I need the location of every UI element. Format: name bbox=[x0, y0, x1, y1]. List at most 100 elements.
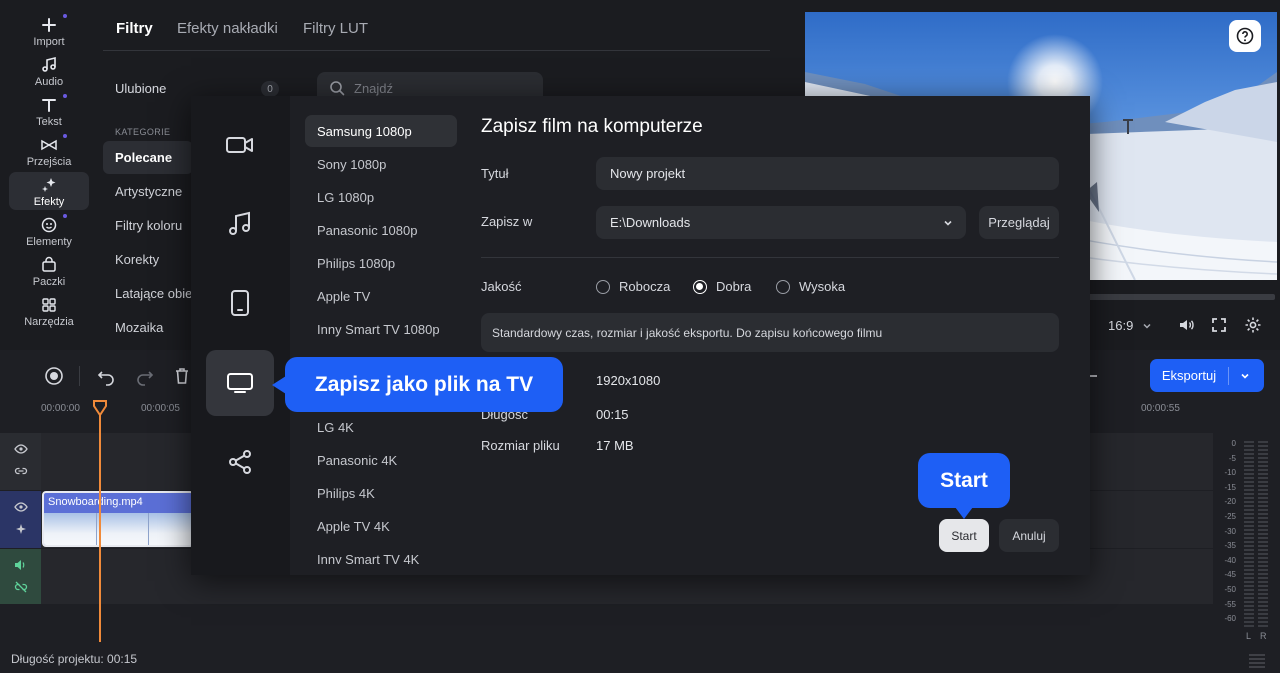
device-lg-1080p[interactable]: LG 1080p bbox=[305, 181, 457, 213]
device-philips-1080p[interactable]: Philips 1080p bbox=[305, 247, 457, 279]
start-callout-text: Start bbox=[940, 468, 988, 492]
start-button[interactable]: Start bbox=[939, 519, 989, 552]
device-lg-4k[interactable]: LG 4K bbox=[305, 411, 457, 443]
meter-scale-label: -60 bbox=[1224, 614, 1236, 624]
aspect-ratio-select[interactable]: 16:9 bbox=[1108, 318, 1133, 333]
tv-icon bbox=[227, 373, 253, 393]
rail-elements[interactable]: Elementy bbox=[9, 212, 89, 250]
rail-audio[interactable]: Audio bbox=[9, 52, 89, 90]
search-icon bbox=[330, 81, 345, 96]
meter-scale-label: -5 bbox=[1228, 453, 1236, 463]
meter-scale-label: -10 bbox=[1224, 468, 1236, 478]
thumb-divider bbox=[96, 513, 97, 545]
project-length: Długość projektu: 00:15 bbox=[11, 652, 138, 666]
save-location-select[interactable]: E:\Downloads bbox=[596, 206, 966, 239]
toolbar-divider bbox=[79, 366, 80, 386]
gear-icon[interactable] bbox=[1244, 316, 1262, 334]
device-panasonic-4k[interactable]: Panasonic 4K bbox=[305, 444, 457, 476]
export-button[interactable]: Eksportuj bbox=[1150, 359, 1264, 392]
music-note-icon bbox=[42, 56, 56, 72]
device-other-smart-tv-1080p[interactable]: Inny Smart TV 1080p bbox=[305, 313, 457, 345]
video-camera-icon bbox=[226, 137, 253, 153]
fullscreen-icon[interactable] bbox=[1210, 316, 1228, 334]
clip-name: Snowboarding.mp4 bbox=[48, 496, 143, 508]
device-samsung-1080p[interactable]: Samsung 1080p bbox=[305, 115, 457, 147]
tab-overlay-effects[interactable]: Efekty nakładki bbox=[177, 20, 278, 37]
redo-icon[interactable] bbox=[135, 366, 155, 386]
quality-good-radio[interactable]: Dobra bbox=[693, 279, 751, 294]
music-note-icon bbox=[229, 211, 250, 235]
favorites-label[interactable]: Ulubione bbox=[115, 81, 166, 96]
undo-icon[interactable] bbox=[96, 366, 116, 386]
audio-level-meter: 0 -5 -10 -15 -20 -25 -30 -35 -40 -45 -50 -55 -60 L R bbox=[1214, 433, 1280, 643]
target-computer[interactable] bbox=[206, 112, 274, 178]
radio-circle-selected bbox=[693, 279, 707, 294]
chevron-down-icon bbox=[944, 220, 952, 226]
device-sony-1080p[interactable]: Sony 1080p bbox=[305, 148, 457, 180]
quality-high-radio[interactable]: Wysoka bbox=[776, 279, 845, 294]
link-icon[interactable] bbox=[14, 465, 28, 477]
rail-label: Tekst bbox=[36, 116, 62, 128]
rail-effects[interactable]: Efekty bbox=[9, 172, 89, 210]
volume-icon[interactable] bbox=[14, 559, 28, 571]
tv-callout: Zapisz jako plik na TV bbox=[285, 357, 563, 412]
meter-bar-left bbox=[1244, 441, 1254, 629]
category-featured[interactable]: Polecane bbox=[103, 141, 193, 174]
playhead-line[interactable] bbox=[99, 414, 101, 642]
target-audio[interactable] bbox=[206, 191, 274, 257]
device-apple-tv[interactable]: Apple TV bbox=[305, 280, 457, 312]
duration-value: 00:15 bbox=[596, 407, 629, 422]
rail-label: Efekty bbox=[33, 196, 65, 208]
chevron-down-icon[interactable] bbox=[1239, 370, 1251, 382]
rail-import[interactable]: Import bbox=[9, 12, 89, 50]
category-mosaic[interactable]: Mozaika bbox=[103, 311, 193, 344]
tabs-divider bbox=[103, 50, 770, 51]
rail-text[interactable]: Tekst bbox=[9, 92, 89, 130]
quality-description: Standardowy czas, rozmiar i jakość ekspo… bbox=[481, 313, 1059, 352]
rail-label: Przejścia bbox=[26, 156, 72, 168]
meter-scale-label: -25 bbox=[1224, 512, 1236, 521]
trash-icon[interactable] bbox=[173, 366, 191, 386]
quality-draft-radio[interactable]: Robocza bbox=[596, 279, 670, 294]
time-label: 00:00:05 bbox=[141, 403, 180, 414]
time-label: 00:00:00 bbox=[41, 403, 80, 414]
target-share[interactable] bbox=[206, 429, 274, 495]
category-flying-objects[interactable]: Latające obiekty bbox=[103, 277, 193, 310]
dialog-title: Zapisz film na komputerze bbox=[481, 116, 703, 137]
category-artistic[interactable]: Artystyczne bbox=[103, 175, 193, 208]
device-philips-4k[interactable]: Philips 4K bbox=[305, 477, 457, 509]
cancel-button[interactable]: Anuluj bbox=[999, 519, 1059, 552]
browse-button[interactable]: Przeglądaj bbox=[979, 206, 1059, 239]
rail-packs[interactable]: Paczki bbox=[9, 252, 89, 290]
meter-channel-right: R bbox=[1260, 631, 1267, 641]
tab-filters[interactable]: Filtry bbox=[116, 20, 153, 37]
effects-icon[interactable] bbox=[14, 523, 28, 537]
device-panasonic-1080p[interactable]: Panasonic 1080p bbox=[305, 214, 457, 246]
title-field[interactable]: Nowy projekt bbox=[596, 157, 1059, 190]
volume-icon[interactable] bbox=[1177, 316, 1195, 334]
device-apple-tv-4k[interactable]: Apple TV 4K bbox=[305, 510, 457, 542]
form-divider bbox=[481, 257, 1059, 258]
target-mobile[interactable] bbox=[206, 270, 274, 336]
record-icon[interactable] bbox=[44, 366, 64, 386]
help-button[interactable] bbox=[1229, 20, 1261, 52]
callout-pointer bbox=[955, 507, 973, 519]
category-color-filters[interactable]: Filtry koloru bbox=[103, 209, 193, 242]
video-clip[interactable]: Snowboarding.mp4 bbox=[42, 491, 194, 547]
eye-icon[interactable] bbox=[14, 443, 28, 455]
filesize-value: 17 MB bbox=[596, 438, 634, 453]
chevron-down-icon[interactable] bbox=[1141, 320, 1153, 332]
rail-transitions[interactable]: Przejścia bbox=[9, 132, 89, 170]
category-corrections[interactable]: Korekty bbox=[103, 243, 193, 276]
target-tv[interactable] bbox=[206, 350, 274, 416]
grid-icon bbox=[42, 298, 56, 312]
eye-icon[interactable] bbox=[14, 501, 28, 513]
unlink-icon[interactable] bbox=[14, 581, 28, 593]
device-other-smart-tv-4k[interactable]: Inny Smart TV 4K bbox=[305, 544, 457, 564]
tab-lut-filters[interactable]: Filtry LUT bbox=[303, 20, 368, 37]
favorites-count: 0 bbox=[261, 81, 279, 97]
meter-settings-icon[interactable] bbox=[1247, 652, 1267, 668]
tv-callout-text: Zapisz jako plik na TV bbox=[314, 372, 534, 396]
rail-tools[interactable]: Narzędzia bbox=[9, 292, 89, 330]
new-dot bbox=[63, 214, 67, 218]
